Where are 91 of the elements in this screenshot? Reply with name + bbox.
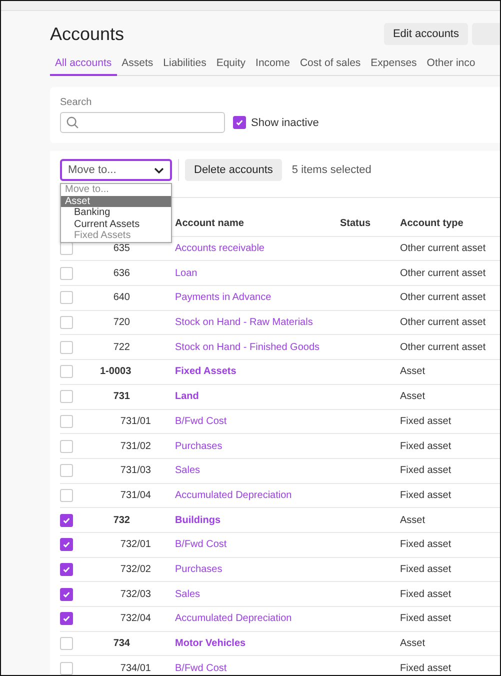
row-checkbox[interactable] [60,612,73,626]
account-name-link[interactable]: Payments in Advance [175,292,272,304]
account-name-link[interactable]: Buildings [175,514,221,526]
account-type: Asset [400,391,426,402]
account-name-link[interactable]: B/Fwd Cost [175,539,227,550]
tab[interactable]: Expenses [366,53,422,76]
column-header: Account name [175,218,245,230]
account-code: 732/04 [119,613,152,624]
account-name-link[interactable]: Accumulated Depreciation [175,613,292,624]
account-type: Asset [400,514,426,526]
checkbox[interactable] [233,116,246,129]
account-name-link[interactable]: Stock on Hand - Raw Materials [175,317,313,328]
toolbar-button[interactable] [472,23,500,45]
account-code: 722 [112,342,131,353]
account-type: Fixed asset [400,490,452,501]
account-name-link[interactable]: Accumulated Depreciation [175,490,292,501]
page-title: Accounts [50,24,124,44]
account-name-link[interactable]: Sales [175,465,200,476]
checkmark-icon [62,614,71,624]
checkmark-icon [62,516,71,525]
dropdown-option[interactable]: Banking [61,207,171,218]
account-name-link[interactable]: B/Fwd Cost [175,416,227,427]
account-type: Fixed asset [400,588,452,600]
account-code: 732 [112,514,131,526]
account-type: Fixed asset [400,564,452,575]
tab[interactable]: Other inco [422,53,480,76]
row-checkbox[interactable] [60,538,73,552]
account-type: Other current asset [400,292,487,304]
row-checkbox[interactable] [60,588,73,601]
checkbox-label: Show inactive [251,116,319,128]
account-type: Other current asset [400,268,487,279]
account-code: 734 [112,638,131,650]
account-code: 635 [112,243,131,254]
account-type: Asset [400,638,426,650]
checkmark-icon [62,540,71,550]
search-field[interactable] [60,112,225,133]
account-code: 731/04 [119,490,152,501]
account-type: Other current asset [400,342,487,353]
edit-accounts-button[interactable]: Edit accounts [384,23,468,45]
account-name-link[interactable]: Loan [175,268,198,279]
row-checkbox[interactable] [60,562,73,576]
row-checkbox[interactable] [60,514,73,527]
account-name-link[interactable]: Stock on Hand - Finished Goods [175,342,320,353]
checkmark-icon [62,564,71,574]
account-name-link[interactable]: B/Fwd Cost [175,662,227,674]
account-code: 636 [112,268,131,279]
column-header: Status [340,218,372,230]
tab[interactable]: Equity [211,53,251,76]
account-type: Asset [400,366,426,378]
account-name-link[interactable]: Sales [175,588,200,600]
account-code: 640 [112,292,131,304]
account-type: Other current asset [400,243,487,254]
tab[interactable]: Liabilities [158,53,212,76]
account-type: Fixed asset [400,440,452,452]
search-icon [66,116,79,129]
account-code: 732/03 [119,588,152,600]
account-code: 734/01 [119,662,152,674]
tab[interactable]: Cost of sales [294,53,366,76]
search-label: Search [60,97,93,108]
account-name-link[interactable]: Purchases [175,564,222,575]
account-code: 720 [112,317,131,328]
account-code: 731/01 [119,416,152,427]
account-type: Fixed asset [400,465,452,476]
account-name-link[interactable]: Fixed Assets [175,366,236,378]
account-type: Fixed asset [400,539,452,550]
account-name-link[interactable]: Accounts receivable [175,243,264,254]
selection-count: 5 items selected [292,164,372,176]
checkmark-icon [235,118,244,127]
account-code: 731/02 [119,440,152,452]
tab[interactable]: Assets [116,53,158,76]
tab[interactable]: Income [250,53,295,76]
tab[interactable]: All accounts [50,53,117,76]
account-type: Other current asset [400,317,487,328]
account-type: Fixed asset [400,416,452,427]
account-type: Fixed asset [400,662,452,674]
delete-accounts-button[interactable]: Delete accounts [185,159,282,181]
dropdown-option[interactable]: Current Assets [61,218,171,230]
checkmark-icon [62,590,71,599]
account-code: 1-0003 [100,366,132,378]
column-header: Account type [400,218,464,230]
account-name-link[interactable]: Purchases [175,440,222,452]
account-code: 731/03 [119,465,152,476]
account-type: Fixed asset [400,613,452,624]
account-code: 731 [112,391,131,402]
account-code: 732/01 [119,539,152,550]
account-code: 732/02 [119,564,152,575]
dropdown-option[interactable]: Asset [61,196,171,207]
account-name-link[interactable]: Land [175,391,199,402]
account-name-link[interactable]: Motor Vehicles [175,638,246,650]
chevron-down-icon [154,166,164,174]
move-to-select[interactable]: Move to... [60,159,172,181]
